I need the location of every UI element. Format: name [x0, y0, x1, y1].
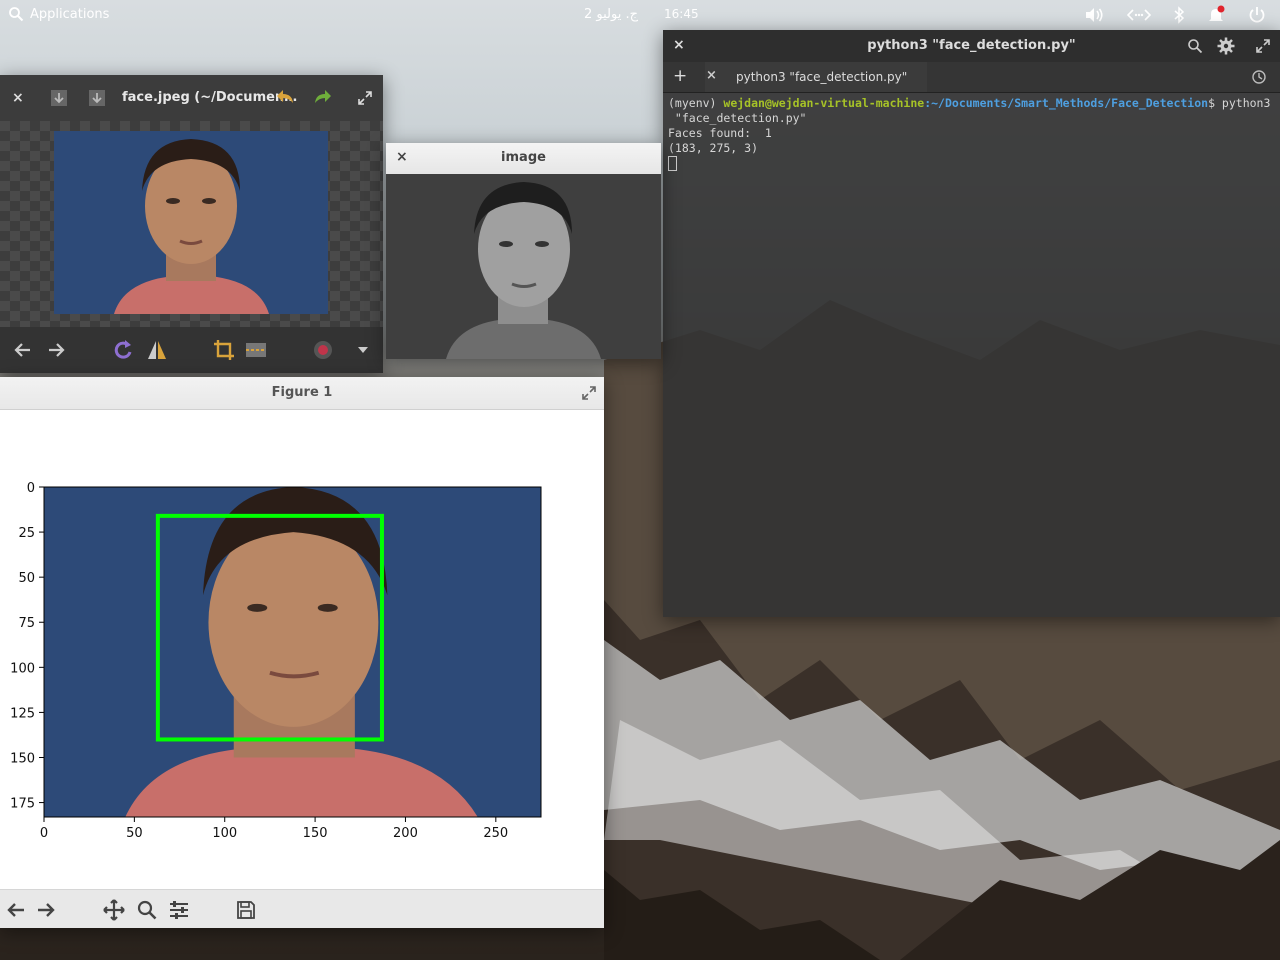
- gear-icon[interactable]: [1217, 37, 1235, 55]
- configure-subplots-icon[interactable]: [168, 900, 190, 920]
- plot-image: [43, 486, 542, 818]
- y-tick-label: 100: [10, 661, 35, 676]
- new-tab-button[interactable]: +: [673, 66, 687, 86]
- cv-image-window: × image: [386, 143, 661, 359]
- tab-label: python3 "face_detection.py": [736, 70, 908, 84]
- viewer-toolbar: [0, 327, 383, 373]
- figure-titlebar[interactable]: Figure 1: [0, 377, 604, 410]
- face-photo: [54, 131, 328, 314]
- panel-date[interactable]: ج. يوليو 2: [584, 7, 638, 22]
- save-icon[interactable]: [236, 900, 256, 920]
- crop-icon[interactable]: [213, 339, 235, 361]
- prompt-env: (myenv): [668, 96, 717, 110]
- terminal-window: × python3 "face_detection.py" + × python…: [663, 30, 1280, 617]
- right-eye: [317, 603, 338, 612]
- figure-title: Figure 1: [271, 385, 333, 400]
- applications-menu[interactable]: Applications: [8, 6, 109, 22]
- redo-icon[interactable]: [313, 88, 333, 106]
- viewer-title: face.jpeg (~/Documen…: [122, 90, 298, 105]
- x-tick-label: 200: [393, 826, 418, 841]
- applications-label: Applications: [30, 6, 110, 22]
- terminal-titlebar[interactable]: × python3 "face_detection.py": [663, 30, 1280, 62]
- pan-icon[interactable]: [103, 899, 125, 921]
- y-tick-label: 25: [18, 526, 35, 541]
- undo-icon[interactable]: [275, 88, 295, 106]
- figure-plot[interactable]: 0 50 100 150 200 250 0 25 50 75 100 125 150 175: [0, 409, 604, 889]
- terminal-tabbar: + × python3 "face_detection.py": [663, 62, 1280, 93]
- y-tick-label: 125: [10, 706, 35, 721]
- output-shape: (183, 275, 3): [668, 141, 759, 155]
- image-titlebar[interactable]: × image: [386, 143, 661, 175]
- y-tick-label: 150: [10, 751, 35, 766]
- x-tick-label: 250: [483, 826, 508, 841]
- notifications-icon[interactable]: [1206, 5, 1226, 25]
- redeye-icon[interactable]: [313, 340, 333, 360]
- y-tick-label: 50: [18, 571, 35, 586]
- flip-icon[interactable]: [146, 339, 168, 361]
- next-icon[interactable]: [47, 341, 65, 359]
- y-tick-label: 0: [27, 481, 35, 496]
- zoom-icon[interactable]: [137, 900, 157, 920]
- prompt-path: :~/Documents/Smart_Methods/Face_Detectio…: [924, 96, 1209, 110]
- back-icon[interactable]: [6, 900, 26, 920]
- power-icon[interactable]: [1247, 5, 1267, 25]
- command-continuation: "face_detection.py": [668, 111, 807, 125]
- figure-toolbar: [0, 889, 604, 928]
- y-tick-label: 175: [10, 797, 35, 812]
- prompt-command: $ python3: [1208, 96, 1271, 110]
- history-icon[interactable]: [1251, 69, 1267, 85]
- image-canvas[interactable]: [0, 121, 383, 327]
- network-icon[interactable]: [1127, 5, 1151, 25]
- x-tick-label: 100: [212, 826, 237, 841]
- output-faces-found: Faces found: 1: [668, 126, 772, 140]
- previous-icon[interactable]: [14, 341, 32, 359]
- download-icon[interactable]: [50, 89, 68, 107]
- prompt-user: wejdan@wejdan-virtual-machine: [723, 96, 925, 110]
- image-window-title: image: [501, 150, 546, 165]
- terminal-cursor: [668, 156, 677, 171]
- volume-icon[interactable]: [1084, 5, 1104, 25]
- x-tick-label: 50: [126, 826, 143, 841]
- fullscreen-icon[interactable]: [357, 90, 373, 106]
- x-tick-label: 150: [303, 826, 328, 841]
- top-panel: Applications ج. يوليو 2 16:45: [0, 0, 1280, 30]
- panel-time[interactable]: 16:45: [664, 7, 699, 21]
- forward-icon[interactable]: [36, 900, 56, 920]
- matplotlib-figure-window: Figure 1 0 50 100 150 200 250 0 25 50 75 100 125 150…: [0, 377, 604, 928]
- grayscale-face-image: [386, 174, 661, 359]
- straighten-icon[interactable]: [245, 341, 267, 359]
- maximize-icon[interactable]: [581, 385, 597, 401]
- bluetooth-icon[interactable]: [1169, 5, 1189, 25]
- tab-face-detection[interactable]: × python3 "face_detection.py": [705, 62, 927, 92]
- save-as-icon[interactable]: [88, 89, 106, 107]
- search-icon: [9, 7, 24, 22]
- close-tab-icon[interactable]: ×: [706, 68, 717, 83]
- maximize-icon[interactable]: [1255, 38, 1271, 54]
- search-icon[interactable]: [1187, 38, 1203, 54]
- close-icon[interactable]: ×: [12, 90, 24, 106]
- terminal-output[interactable]: (myenv) wejdan@wejdan-virtual-machine:~/…: [663, 93, 1280, 174]
- left-eye: [247, 603, 268, 612]
- y-tick-label: 75: [18, 616, 35, 631]
- x-tick-label: 0: [40, 826, 48, 841]
- viewer-titlebar[interactable]: × face.jpeg (~/Documen…: [0, 75, 383, 122]
- rotate-icon[interactable]: [113, 339, 133, 361]
- image-viewer-window: × face.jpeg (~/Documen…: [0, 75, 383, 373]
- chevron-down-icon[interactable]: [357, 346, 369, 354]
